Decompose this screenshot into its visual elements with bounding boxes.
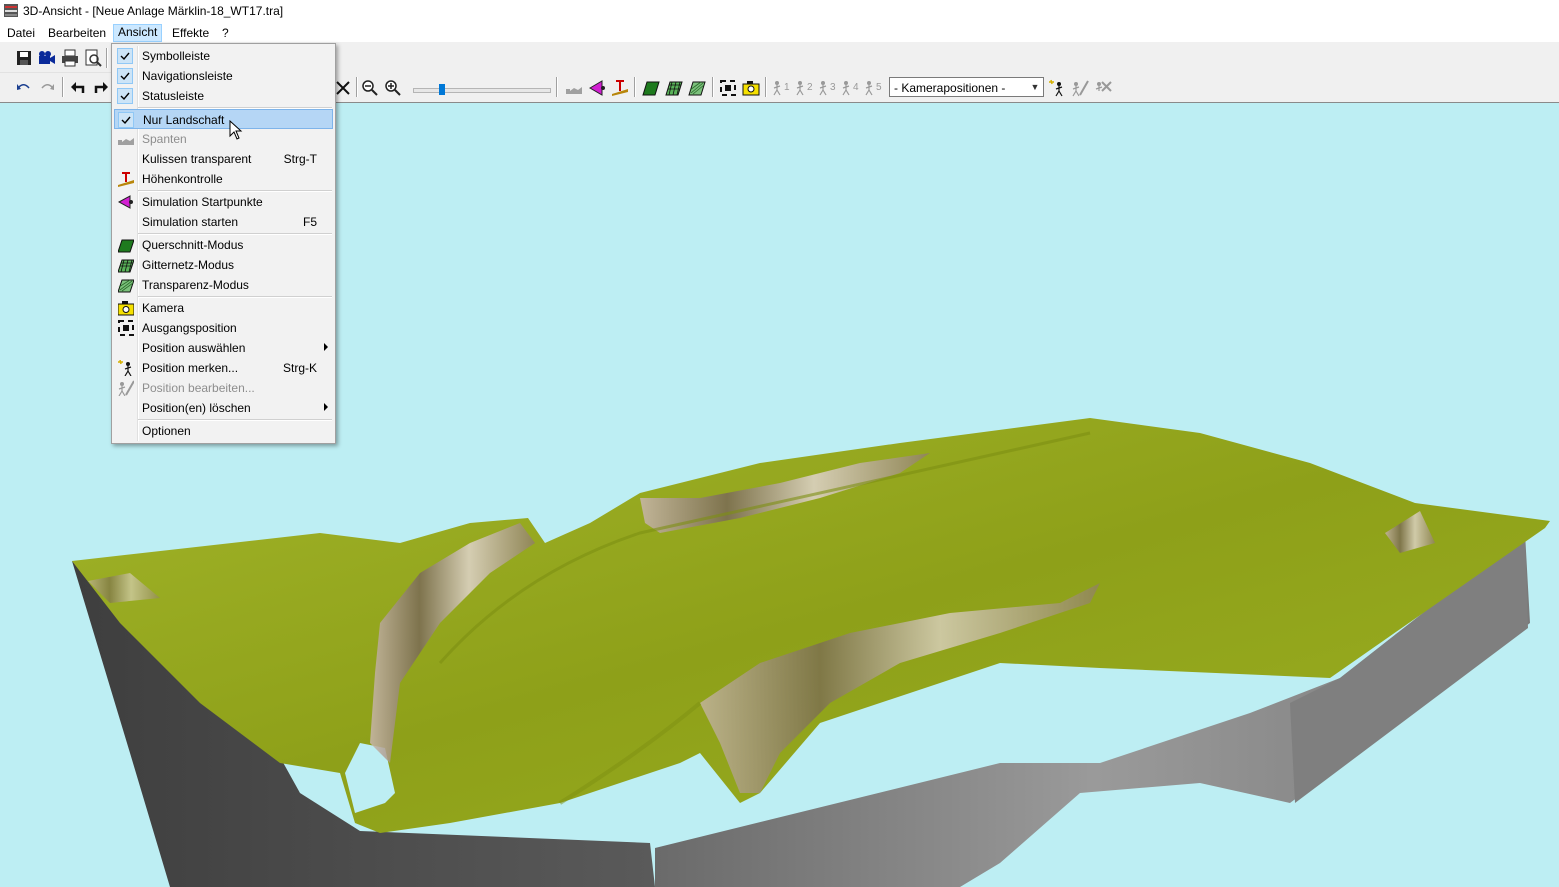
camera-icon[interactable] xyxy=(742,79,760,97)
menu-item-spanten[interactable]: Spanten xyxy=(114,129,333,149)
menu-help[interactable]: ? xyxy=(218,25,233,41)
menu-item-optionen[interactable]: Optionen xyxy=(114,421,333,441)
rotate-left-icon[interactable] xyxy=(69,79,87,97)
home-position-icon[interactable] xyxy=(719,79,737,97)
move-icon[interactable] xyxy=(334,79,352,97)
print-preview-icon[interactable] xyxy=(84,49,102,67)
title-bar: 3D-Ansicht - [Neue Anlage Märklin-18_WT1… xyxy=(0,0,1559,22)
zoom-slider[interactable] xyxy=(413,80,551,96)
save-icon[interactable] xyxy=(15,49,33,67)
redo-icon[interactable] xyxy=(38,79,56,97)
camera-positions-select[interactable]: - Kamerapositionen - ▼ xyxy=(889,77,1044,97)
check-icon xyxy=(117,68,133,84)
transparency-mode-icon xyxy=(118,279,134,293)
spanten-icon xyxy=(118,138,134,145)
menu-item-simulation-startpunkte[interactable]: Simulation Startpunkte xyxy=(114,192,333,212)
camera-slot-5: 5 xyxy=(876,82,882,93)
chevron-down-icon[interactable]: ▼ xyxy=(1027,78,1043,96)
menu-item-transparenz-modus[interactable]: Transparenz-Modus xyxy=(114,275,333,295)
ansicht-menu: Symbolleiste Navigationsleiste Statuslei… xyxy=(111,43,336,444)
cross-section-icon[interactable] xyxy=(642,79,660,97)
menu-item-nur-landschaft[interactable]: Nur Landschaft xyxy=(114,109,333,129)
menu-item-positionen-loeschen[interactable]: Position(en) löschen xyxy=(114,398,333,418)
home-position-icon xyxy=(118,320,134,336)
menu-item-ausgangsposition[interactable]: Ausgangsposition xyxy=(114,318,333,338)
simulation-start-icon[interactable] xyxy=(588,79,606,97)
delete-position-icon[interactable] xyxy=(1094,79,1112,97)
zoom-slider-thumb[interactable] xyxy=(439,84,445,95)
check-icon xyxy=(118,112,134,128)
camera-slot-1: 1 xyxy=(784,82,790,93)
submenu-arrow-icon xyxy=(324,403,328,411)
check-icon xyxy=(117,48,133,64)
height-check-icon[interactable] xyxy=(611,79,629,97)
menu-item-navigationsleiste[interactable]: Navigationsleiste xyxy=(114,66,333,86)
cross-section-icon xyxy=(118,239,134,253)
camera-icon xyxy=(118,301,134,316)
save-position-icon xyxy=(118,360,132,376)
menu-item-position-bearbeiten[interactable]: Position bearbeiten... xyxy=(114,378,333,398)
zoom-in-icon[interactable] xyxy=(384,79,402,97)
undo-icon[interactable] xyxy=(15,79,33,97)
menu-bar: Datei Bearbeiten Ansicht Effekte ? xyxy=(0,22,1559,42)
print-icon[interactable] xyxy=(61,49,79,67)
height-check-icon xyxy=(118,172,134,187)
grid-mode-icon[interactable] xyxy=(665,79,683,97)
grid-mode-icon xyxy=(118,259,134,273)
save-position-icon[interactable] xyxy=(1048,79,1066,97)
video-camera-icon[interactable] xyxy=(38,49,56,67)
menu-item-kamera[interactable]: Kamera xyxy=(114,298,333,318)
rotate-right-icon[interactable] xyxy=(92,79,110,97)
edit-position-icon xyxy=(118,380,134,396)
menu-item-position-auswaehlen[interactable]: Position auswählen xyxy=(114,338,333,358)
check-icon xyxy=(117,88,133,104)
menu-item-statusleiste[interactable]: Statusleiste xyxy=(114,86,333,106)
mouse-cursor-icon xyxy=(229,120,243,140)
menu-item-kulissen-transparent[interactable]: Kulissen transparent Strg-T xyxy=(114,149,333,169)
window-title: 3D-Ansicht - [Neue Anlage Märklin-18_WT1… xyxy=(23,4,284,18)
camera-slot-4: 4 xyxy=(853,82,859,93)
simulation-start-icon xyxy=(118,195,133,209)
zoom-out-icon[interactable] xyxy=(361,79,379,97)
menu-datei[interactable]: Datei xyxy=(3,25,39,41)
submenu-arrow-icon xyxy=(324,343,328,351)
menu-item-symbolleiste[interactable]: Symbolleiste xyxy=(114,46,333,66)
edit-position-icon[interactable] xyxy=(1071,79,1089,97)
menu-item-hoehenkontrolle[interactable]: Höhenkontrolle xyxy=(114,169,333,189)
menu-ansicht[interactable]: Ansicht xyxy=(113,24,163,42)
menu-item-querschnitt-modus[interactable]: Querschnitt-Modus xyxy=(114,235,333,255)
camera-slot-3: 3 xyxy=(830,82,836,93)
menu-item-gitternetz-modus[interactable]: Gitternetz-Modus xyxy=(114,255,333,275)
menu-item-position-merken[interactable]: Position merken... Strg-K xyxy=(114,358,333,378)
app-icon xyxy=(4,4,18,17)
spanten-icon[interactable] xyxy=(565,79,583,97)
menu-effekte[interactable]: Effekte xyxy=(168,25,213,41)
camera-positions-value: - Kamerapositionen - xyxy=(894,81,1006,95)
menu-bearbeiten[interactable]: Bearbeiten xyxy=(44,25,110,41)
camera-slot-2: 2 xyxy=(807,82,813,93)
transparency-mode-icon[interactable] xyxy=(688,79,706,97)
menu-item-simulation-starten[interactable]: Simulation starten F5 xyxy=(114,212,333,232)
